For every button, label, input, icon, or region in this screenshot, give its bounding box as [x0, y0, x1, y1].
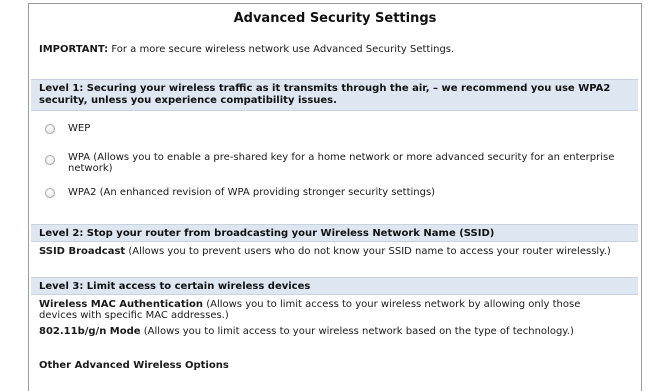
ssid-broadcast-label[interactable]: SSID Broadcast — [39, 246, 125, 257]
wireless-mode-link[interactable]: 802.11b/g/n Mode (Allows you to limit ac… — [39, 326, 574, 338]
other-options-link[interactable]: Other Advanced Wireless Options — [39, 360, 229, 372]
important-label: IMPORTANT: — [39, 44, 109, 55]
wireless-mode-desc: (Allows you to limit access to your wire… — [140, 326, 574, 337]
mac-auth-link[interactable]: Wireless MAC Authentication (Allows you … — [39, 299, 619, 321]
level3-heading: Level 3: Limit access to certain wireles… — [31, 277, 638, 295]
security-settings-panel: Advanced Security Settings IMPORTANT: Fo… — [28, 3, 642, 391]
important-text: For a more secure wireless network use A… — [108, 44, 455, 55]
ssid-broadcast-link[interactable]: SSID Broadcast (Allows you to prevent us… — [39, 246, 611, 258]
wpa2-radio[interactable] — [45, 188, 55, 198]
wireless-mode-label[interactable]: 802.11b/g/n Mode — [39, 326, 141, 337]
wpa2-label[interactable]: WPA2 (An enhanced revision of WPA provid… — [68, 187, 616, 199]
wpa-radio[interactable] — [45, 155, 55, 165]
other-options-label[interactable]: Other Advanced Wireless Options — [39, 360, 229, 371]
ssid-broadcast-desc: (Allows you to prevent users who do not … — [125, 246, 611, 257]
wpa-label[interactable]: WPA (Allows you to enable a pre-shared k… — [68, 152, 616, 174]
page-title: Advanced Security Settings — [233, 11, 437, 26]
wep-label[interactable]: WEP — [68, 123, 616, 135]
level2-heading: Level 2: Stop your router from broadcast… — [31, 224, 638, 242]
level1-heading: Level 1: Securing your wireless traffic … — [31, 79, 638, 111]
mac-auth-label[interactable]: Wireless MAC Authentication — [39, 299, 203, 310]
important-note: IMPORTANT: For a more secure wireless ne… — [39, 44, 454, 56]
wep-radio[interactable] — [45, 124, 55, 134]
